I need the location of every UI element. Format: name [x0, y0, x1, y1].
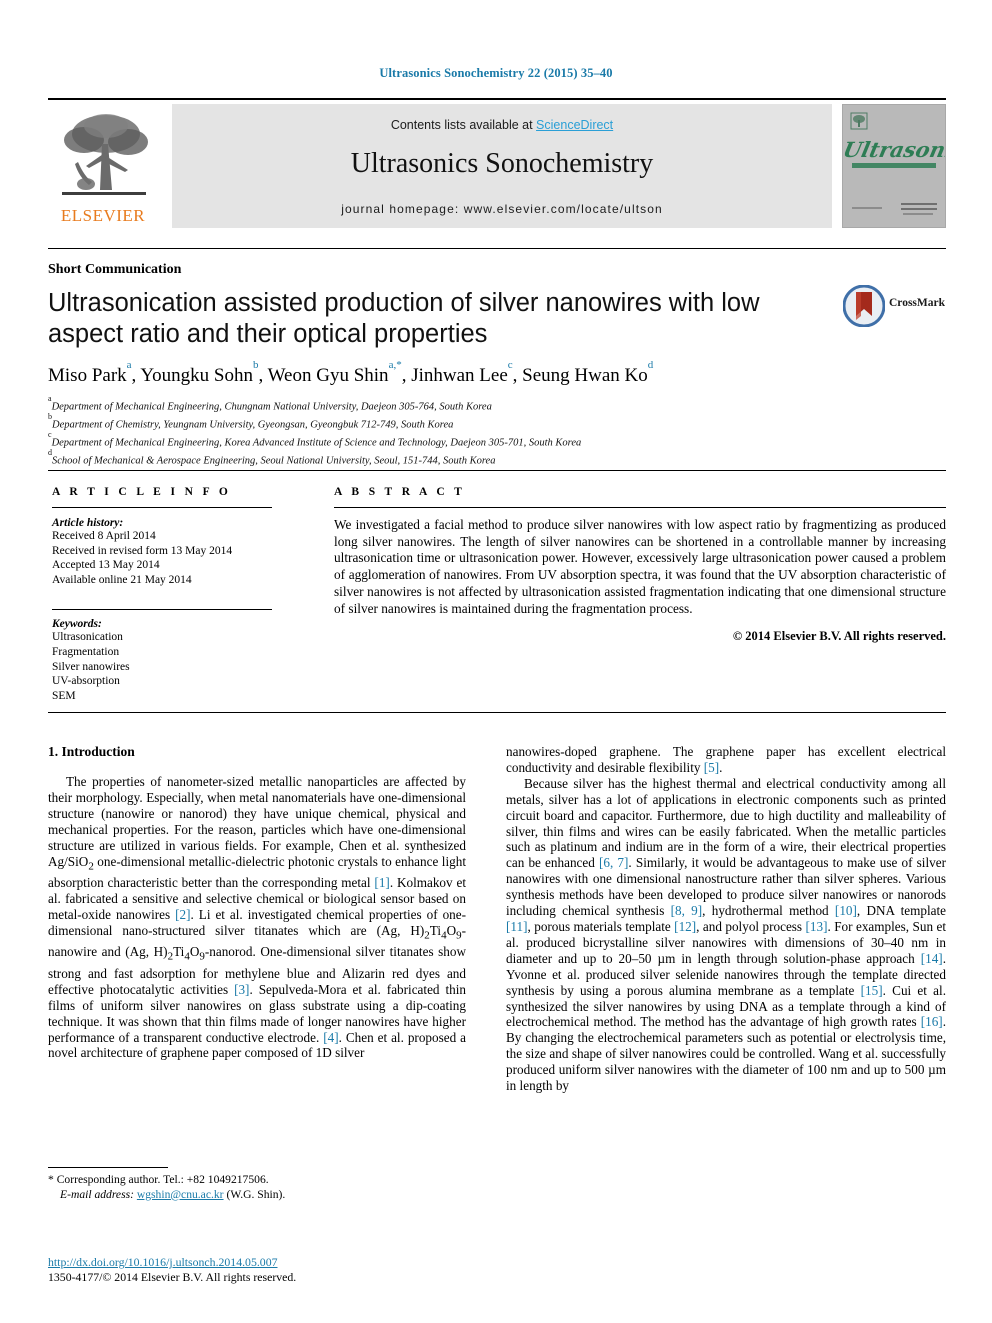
abstract-text: We investigated a facial method to produ… [334, 517, 946, 616]
affiliation-marker: b [48, 412, 52, 422]
email-label: E-mail address: [60, 1187, 134, 1201]
journal-cover-thumbnail: Ultrasonics [842, 104, 946, 228]
article-history-item: Received in revised form 13 May 2014 [52, 544, 233, 557]
keyword-item: Fragmentation [52, 645, 120, 658]
author-list: Miso Parka, Youngku Sohnb, Weon Gyu Shin… [48, 358, 928, 389]
intro-paragraph-2: Because silver has the highest thermal a… [506, 775, 947, 1094]
corresponding-text: Corresponding author. Tel.: +82 10492175… [56, 1173, 269, 1186]
affiliation-list: aDepartment of Mechanical Engineering, C… [48, 394, 928, 468]
corresponding-author-note: * Corresponding author. Tel.: +82 104921… [48, 1173, 466, 1188]
corresponding-marker: * [48, 1173, 54, 1186]
elsevier-wordmark: ELSEVIER [60, 206, 146, 225]
keyword-item: UV-absorption [52, 675, 120, 688]
affiliation-item: bDepartment of Chemistry, Yeungnam Unive… [48, 412, 928, 432]
intro-paragraph-1: The properties of nanometer-sized metall… [48, 774, 466, 1061]
keywords-rule [52, 609, 272, 611]
keywords-label: Keywords: [52, 618, 102, 631]
contents-prefix: Contents lists available at [390, 118, 537, 132]
affiliation-item: cDepartment of Mechanical Engineering, K… [48, 430, 928, 450]
contents-available-line: Contents lists available at ScienceDirec… [172, 118, 832, 132]
crossmark-icon[interactable] [842, 284, 886, 328]
affiliation-item: aDepartment of Mechanical Engineering, C… [48, 394, 928, 414]
journal-masthead: ELSEVIER Contents lists available at Sci… [48, 98, 946, 228]
affiliation-marker: d [48, 448, 52, 458]
abstract-heading: A B S T R A C T [334, 486, 466, 498]
journal-band: Contents lists available at ScienceDirec… [172, 104, 832, 228]
article-info-rule [52, 507, 272, 508]
info-block-top-rule [48, 470, 946, 471]
running-head: Ultrasonics Sonochemistry 22 (2015) 35–4… [379, 66, 613, 80]
footnote-block: * Corresponding author. Tel.: +82 104921… [48, 1173, 466, 1202]
info-block-bottom-rule [48, 712, 946, 713]
keyword-item: Ultrasonication [52, 631, 123, 644]
issn-copyright-line: 1350-4177/© 2014 Elsevier B.V. All right… [48, 1270, 297, 1284]
abstract-rule [334, 507, 946, 508]
email-suffix: (W.G. Shin). [226, 1187, 286, 1201]
paper-page: Ultrasonics Sonochemistry 22 (2015) 35–4… [0, 0, 992, 1323]
sciencedirect-link[interactable]: ScienceDirect [536, 118, 613, 132]
article-history-item: Available online 21 May 2014 [52, 573, 192, 586]
body-column-left: 1. Introduction The properties of nanome… [48, 744, 466, 1061]
keyword-item: Silver nanowires [52, 660, 130, 673]
svg-text:Ultrasonics: Ultrasonics [843, 138, 946, 163]
affiliation-item: dSchool of Mechanical & Aerospace Engine… [48, 448, 928, 468]
masthead-bottom-rule [48, 248, 946, 249]
keywords-block: Keywords: Ultrasonication Fragmentation … [52, 609, 272, 703]
affiliation-marker: c [48, 430, 52, 440]
affiliation-text: Department of Mechanical Engineering, Ch… [51, 401, 492, 413]
crossmark-badge[interactable]: CrossMark [842, 284, 947, 328]
copyright-line: © 2014 Elsevier B.V. All rights reserved… [732, 629, 946, 644]
affiliation-marker: a [48, 394, 52, 403]
affiliation-text: School of Mechanical & Aerospace Enginee… [52, 455, 496, 467]
footnote-rule [48, 1167, 168, 1168]
journal-title: Ultrasonics Sonochemistry [350, 148, 654, 179]
abstract-column: A B S T R A C T We investigated a facial… [334, 486, 946, 644]
authors-text: Miso Parka, Youngku Sohnb, Weon Gyu Shin… [48, 358, 654, 387]
doi-block: http://dx.doi.org/10.1016/j.ultsonch.201… [48, 1255, 466, 1285]
doi-link[interactable]: http://dx.doi.org/10.1016/j.ultsonch.201… [48, 1255, 278, 1269]
journal-homepage-line[interactable]: journal homepage: www.elsevier.com/locat… [172, 202, 832, 216]
body-column-right: nanowires-doped graphene. The graphene p… [506, 744, 946, 1094]
section-heading-introduction: 1. Introduction [48, 744, 135, 759]
page-title: Ultrasonication assisted production of s… [48, 289, 760, 348]
article-history-item: Received 8 April 2014 [52, 530, 156, 542]
article-type-label: Short Communication [48, 262, 182, 277]
article-history-label: Article history: [52, 517, 124, 529]
email-note: E-mail address: wgshin@cnu.ac.kr (W.G. S… [48, 1188, 466, 1203]
keyword-item: SEM [52, 689, 76, 702]
article-history-item: Accepted 13 May 2014 [52, 559, 160, 572]
cover-artwork-icon: Ultrasonics [843, 105, 946, 227]
affiliation-text: Department of Mechanical Engineering, Ko… [51, 437, 582, 449]
article-info-column: A R T I C L E I N F O Article history: R… [52, 486, 272, 703]
affiliation-text: Department of Chemistry, Yeungnam Univer… [52, 419, 454, 431]
elsevier-tree-icon [62, 114, 148, 195]
crossmark-label: CrossMark [889, 297, 946, 309]
intro-paragraph-1-continued: nanowires-doped graphene. The graphene p… [506, 744, 946, 775]
elsevier-logo: ELSEVIER [48, 104, 158, 228]
article-info-heading: A R T I C L E I N F O [52, 486, 232, 498]
email-link[interactable]: wgshin@cnu.ac.kr [137, 1188, 224, 1201]
